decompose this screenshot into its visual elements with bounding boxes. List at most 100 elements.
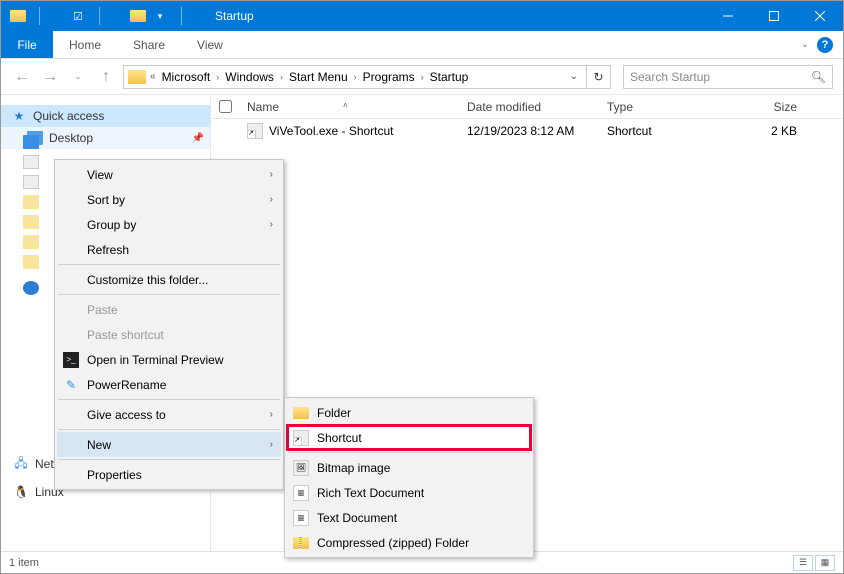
menu-label: Shortcut [317, 431, 362, 445]
sidebar-item-label: Quick access [33, 109, 104, 123]
file-size: 2 KB [717, 124, 807, 138]
sidebar-obscured-items [23, 135, 39, 295]
menu-label: Paste shortcut [87, 328, 164, 342]
file-type: Shortcut [607, 124, 717, 138]
tab-home[interactable]: Home [53, 31, 117, 58]
shortcut-icon [247, 123, 263, 139]
document-icon: ≡ [293, 485, 309, 501]
submenu-folder[interactable]: Folder [287, 400, 531, 425]
terminal-icon: >_ [63, 352, 79, 368]
crumb-startup[interactable]: Startup [426, 70, 473, 84]
network-icon: 🖧 [13, 457, 29, 471]
titlebar: ☑ ▾ Startup [1, 1, 843, 31]
menu-label: Group by [87, 218, 136, 232]
crumb-programs[interactable]: Programs [359, 70, 419, 84]
menu-label: Give access to [87, 408, 166, 422]
submenu-shortcut[interactable]: Shortcut [287, 425, 531, 450]
menu-give-access[interactable]: Give access to› [57, 402, 281, 427]
chevron-right-icon: › [421, 72, 424, 82]
back-button[interactable]: ← [11, 66, 33, 88]
submenu-text[interactable]: ≡ Text Document [287, 505, 531, 530]
submenu-rtf[interactable]: ≡ Rich Text Document [287, 480, 531, 505]
search-placeholder: Search Startup [630, 70, 710, 84]
menu-new[interactable]: New› [57, 432, 281, 457]
menu-label: Compressed (zipped) Folder [317, 536, 469, 550]
pin-icon: 📌 [192, 133, 204, 144]
file-name: ViVeTool.exe - Shortcut [269, 124, 394, 138]
chevron-right-icon: › [270, 169, 273, 180]
help-icon[interactable]: ? [817, 37, 833, 53]
menu-paste: Paste [57, 297, 281, 322]
address-bar[interactable]: « Microsoft › Windows › Start Menu › Pro… [123, 65, 587, 89]
context-menu: View › Sort by › Group by › Refresh Customi… [54, 159, 284, 490]
menu-label: Bitmap image [317, 461, 390, 475]
sort-asc-icon: ˄ [343, 101, 348, 110]
chevron-right-icon: › [270, 194, 273, 205]
tab-view[interactable]: View [181, 31, 239, 58]
folder-icon [128, 70, 146, 84]
menu-label: Open in Terminal Preview [87, 353, 224, 367]
menu-group-by[interactable]: Group by › [57, 212, 281, 237]
chevron-right-icon: › [216, 72, 219, 82]
address-dropdown-icon[interactable]: ⌄ [570, 71, 582, 82]
chevron-right-icon: › [280, 72, 283, 82]
table-row[interactable]: ViVeTool.exe - Shortcut 12/19/2023 8:12 … [211, 119, 843, 143]
crumb-windows[interactable]: Windows [221, 70, 278, 84]
menu-customize[interactable]: Customize this folder... [57, 267, 281, 292]
menu-paste-shortcut: Paste shortcut [57, 322, 281, 347]
menu-properties[interactable]: Properties [57, 462, 281, 487]
search-input[interactable]: Search Startup 🔍︎ [623, 65, 833, 89]
maximize-button[interactable] [751, 1, 797, 31]
folder-icon [9, 7, 27, 25]
document-icon: ≡ [293, 510, 309, 526]
linux-icon: 🐧 [13, 485, 29, 499]
up-button[interactable]: ↑ [95, 66, 117, 88]
submenu-zip[interactable]: Compressed (zipped) Folder [287, 530, 531, 555]
nav-row: ← → ⌄ ↑ « Microsoft › Windows › Start Me… [1, 59, 843, 95]
minimize-button[interactable] [705, 1, 751, 31]
col-size[interactable]: Size [717, 100, 807, 114]
tab-share[interactable]: Share [117, 31, 181, 58]
menu-open-terminal[interactable]: >_ Open in Terminal Preview [57, 347, 281, 372]
refresh-button[interactable]: ↻ [587, 65, 611, 89]
forward-button[interactable]: → [39, 66, 61, 88]
image-icon: 🖼 [293, 460, 309, 476]
ribbon-collapse-icon[interactable]: ⌄ [801, 39, 809, 50]
qat-dropdown-icon[interactable]: ▾ [151, 7, 169, 25]
select-all-checkbox[interactable] [219, 100, 232, 113]
menu-sort-by[interactable]: Sort by › [57, 187, 281, 212]
menu-refresh[interactable]: Refresh [57, 237, 281, 262]
folder-icon [129, 7, 147, 25]
zip-icon [293, 535, 309, 551]
view-icons-button[interactable]: ▦ [815, 555, 835, 571]
close-button[interactable] [797, 1, 843, 31]
menu-label: Text Document [317, 511, 397, 525]
submenu-bitmap[interactable]: 🖼 Bitmap image [287, 455, 531, 480]
chevron-right-icon: › [270, 439, 273, 450]
shortcut-icon [293, 430, 309, 446]
chevron-right-icon: › [270, 219, 273, 230]
menu-label: PowerRename [87, 378, 166, 392]
props-icon[interactable]: ☑ [69, 7, 87, 25]
sidebar-item-quick-access[interactable]: ★ Quick access [1, 105, 210, 127]
menu-view[interactable]: View › [57, 162, 281, 187]
view-details-button[interactable]: ☰ [793, 555, 813, 571]
menu-label: Paste [87, 303, 118, 317]
col-name-label: Name [247, 100, 279, 114]
menu-powerrename[interactable]: ✎PowerRename [57, 372, 281, 397]
col-name[interactable]: Name ˄ [247, 100, 467, 114]
menu-label: Rich Text Document [317, 486, 424, 500]
file-date: 12/19/2023 8:12 AM [467, 124, 607, 138]
recent-dropdown-icon[interactable]: ⌄ [67, 66, 89, 88]
file-tab[interactable]: File [1, 31, 53, 58]
col-date[interactable]: Date modified [467, 100, 607, 114]
chevron-right-icon: › [354, 72, 357, 82]
col-type[interactable]: Type [607, 100, 717, 114]
crumb-startmenu[interactable]: Start Menu [285, 70, 352, 84]
menu-label: View [87, 168, 113, 182]
crumb-microsoft[interactable]: Microsoft [158, 70, 215, 84]
search-icon: 🔍︎ [811, 70, 826, 84]
sidebar-item-label: Desktop [49, 131, 93, 145]
window-title: Startup [215, 9, 254, 23]
menu-label: Sort by [87, 193, 125, 207]
